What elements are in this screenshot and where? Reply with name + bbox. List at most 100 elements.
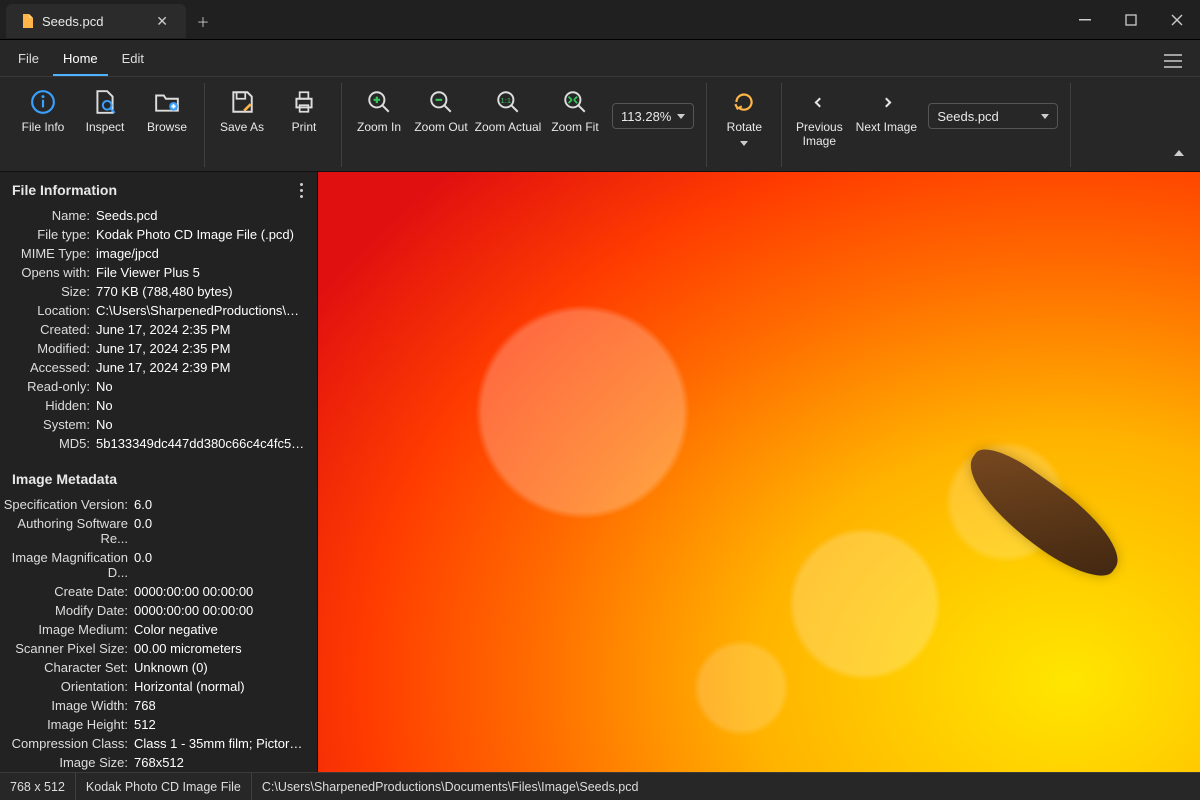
property-key: Modified: bbox=[0, 341, 96, 356]
property-key: Create Date: bbox=[0, 584, 134, 599]
document-tab[interactable]: Seeds.pcd ✕ bbox=[6, 4, 186, 38]
property-value: Class 1 - 35mm film; Pictoral h... bbox=[134, 736, 307, 751]
status-bar: 768 x 512 Kodak Photo CD Image File C:\U… bbox=[0, 772, 1200, 800]
new-tab-button[interactable]: ＋ bbox=[186, 4, 220, 38]
title-bar: Seeds.pcd ✕ ＋ bbox=[0, 0, 1200, 40]
property-key: Compression Class: bbox=[0, 736, 134, 751]
property-row: Character Set:Unknown (0) bbox=[0, 658, 307, 677]
property-key: Scanner Pixel Size: bbox=[0, 641, 134, 656]
zoom-fit-icon bbox=[562, 87, 588, 117]
rotate-button[interactable]: Rotate bbox=[713, 83, 775, 150]
property-row: Specification Version:6.0 bbox=[0, 495, 307, 514]
info-icon bbox=[30, 87, 56, 117]
sidebar: File Information Name:Seeds.pcdFile type… bbox=[0, 172, 318, 772]
property-key: Image Height: bbox=[0, 717, 134, 732]
property-row: Orientation:Horizontal (normal) bbox=[0, 677, 307, 696]
property-row: Modified:June 17, 2024 2:35 PM bbox=[0, 339, 307, 358]
property-value: Horizontal (normal) bbox=[134, 679, 307, 694]
file-info-button[interactable]: File Info bbox=[12, 83, 74, 139]
property-value: June 17, 2024 2:39 PM bbox=[96, 360, 307, 375]
file-select-dropdown[interactable]: Seeds.pcd bbox=[928, 103, 1058, 129]
ribbon-toolbar: File Info Inspect Browse Save As Print Z… bbox=[0, 76, 1200, 172]
close-window-button[interactable] bbox=[1154, 0, 1200, 39]
property-value: File Viewer Plus 5 bbox=[96, 265, 307, 280]
property-row: Scanner Pixel Size:00.00 micrometers bbox=[0, 639, 307, 658]
previous-image-button[interactable]: Previous Image bbox=[788, 83, 850, 153]
property-value: No bbox=[96, 417, 307, 432]
property-key: Name: bbox=[0, 208, 96, 223]
file-info-panel-header: File Information bbox=[0, 172, 317, 204]
chevron-right-icon bbox=[883, 87, 890, 117]
image-detail bbox=[952, 438, 1134, 590]
browse-button[interactable]: Browse bbox=[136, 83, 198, 139]
property-key: Opens with: bbox=[0, 265, 96, 280]
zoom-out-button[interactable]: Zoom Out bbox=[410, 83, 472, 139]
property-value: 0.0 bbox=[134, 516, 307, 531]
zoom-actual-icon: 1:1 bbox=[495, 87, 521, 117]
property-value: Seeds.pcd bbox=[96, 208, 307, 223]
property-value: 768 bbox=[134, 698, 307, 713]
property-key: Location: bbox=[0, 303, 96, 318]
property-value: 0.0 bbox=[134, 550, 307, 565]
property-row: Hidden:No bbox=[0, 396, 307, 415]
property-row: Create Date:0000:00:00 00:00:00 bbox=[0, 582, 307, 601]
property-key: MD5: bbox=[0, 436, 96, 451]
property-row: MD5:5b133349dc447dd380c66c4c4fc5f592 bbox=[0, 434, 307, 453]
svg-text:1:1: 1:1 bbox=[501, 96, 512, 105]
property-key: Specification Version: bbox=[0, 497, 134, 512]
property-value: 6.0 bbox=[134, 497, 307, 512]
menu-edit[interactable]: Edit bbox=[112, 43, 154, 76]
property-row: Authoring Software Re...0.0 bbox=[0, 514, 307, 548]
file-info-properties: Name:Seeds.pcdFile type:Kodak Photo CD I… bbox=[0, 204, 317, 461]
chevron-down-icon bbox=[1041, 114, 1049, 119]
property-row: Location:C:\Users\SharpenedProductions\D… bbox=[0, 301, 307, 320]
panel-menu-button[interactable] bbox=[300, 183, 305, 198]
image-metadata-properties: Specification Version:6.0Authoring Softw… bbox=[0, 493, 317, 772]
property-key: Character Set: bbox=[0, 660, 134, 675]
property-row: Name:Seeds.pcd bbox=[0, 206, 307, 225]
file-select-value: Seeds.pcd bbox=[937, 109, 998, 124]
property-row: Size:770 KB (788,480 bytes) bbox=[0, 282, 307, 301]
property-row: Image Magnification D...0.0 bbox=[0, 548, 307, 582]
close-tab-button[interactable]: ✕ bbox=[152, 13, 172, 30]
zoom-percent-value: 113.28% bbox=[621, 109, 671, 124]
zoom-actual-button[interactable]: 1:1 Zoom Actual bbox=[472, 83, 544, 139]
property-row: Accessed:June 17, 2024 2:39 PM bbox=[0, 358, 307, 377]
zoom-percent-dropdown[interactable]: 113.28% bbox=[612, 103, 694, 129]
status-dimensions: 768 x 512 bbox=[0, 773, 76, 800]
property-value: 5b133349dc447dd380c66c4c4fc5f592 bbox=[96, 436, 307, 451]
menu-file[interactable]: File bbox=[8, 43, 49, 76]
zoom-fit-button[interactable]: Zoom Fit bbox=[544, 83, 606, 139]
status-path: C:\Users\SharpenedProductions\Documents\… bbox=[252, 773, 649, 800]
property-row: Opens with:File Viewer Plus 5 bbox=[0, 263, 307, 282]
minimize-button[interactable] bbox=[1062, 0, 1108, 39]
menu-home[interactable]: Home bbox=[53, 43, 108, 76]
folder-icon bbox=[154, 87, 180, 117]
property-value: No bbox=[96, 379, 307, 394]
property-key: Read-only: bbox=[0, 379, 96, 394]
hamburger-menu[interactable] bbox=[1154, 46, 1192, 76]
property-value: image/jpcd bbox=[96, 246, 307, 261]
property-key: Hidden: bbox=[0, 398, 96, 413]
collapse-ribbon-button[interactable] bbox=[1164, 138, 1194, 165]
property-value: 770 KB (788,480 bytes) bbox=[96, 284, 307, 299]
property-key: File type: bbox=[0, 227, 96, 242]
property-value: June 17, 2024 2:35 PM bbox=[96, 322, 307, 337]
menu-bar: File Home Edit bbox=[0, 40, 1200, 76]
print-button[interactable]: Print bbox=[273, 83, 335, 139]
inspect-button[interactable]: Inspect bbox=[74, 83, 136, 139]
property-key: Size: bbox=[0, 284, 96, 299]
next-image-button[interactable]: Next Image bbox=[850, 83, 922, 139]
image-viewer[interactable] bbox=[318, 172, 1200, 772]
save-icon bbox=[229, 87, 255, 117]
property-row: MIME Type:image/jpcd bbox=[0, 244, 307, 263]
file-icon bbox=[20, 13, 36, 29]
property-key: Image Magnification D... bbox=[0, 550, 134, 580]
image-metadata-panel-header: Image Metadata bbox=[0, 461, 317, 493]
image-content bbox=[318, 172, 1200, 772]
rotate-icon bbox=[731, 87, 757, 117]
maximize-button[interactable] bbox=[1108, 0, 1154, 39]
zoom-in-button[interactable]: Zoom In bbox=[348, 83, 410, 139]
property-value: 0000:00:00 00:00:00 bbox=[134, 603, 307, 618]
save-as-button[interactable]: Save As bbox=[211, 83, 273, 139]
